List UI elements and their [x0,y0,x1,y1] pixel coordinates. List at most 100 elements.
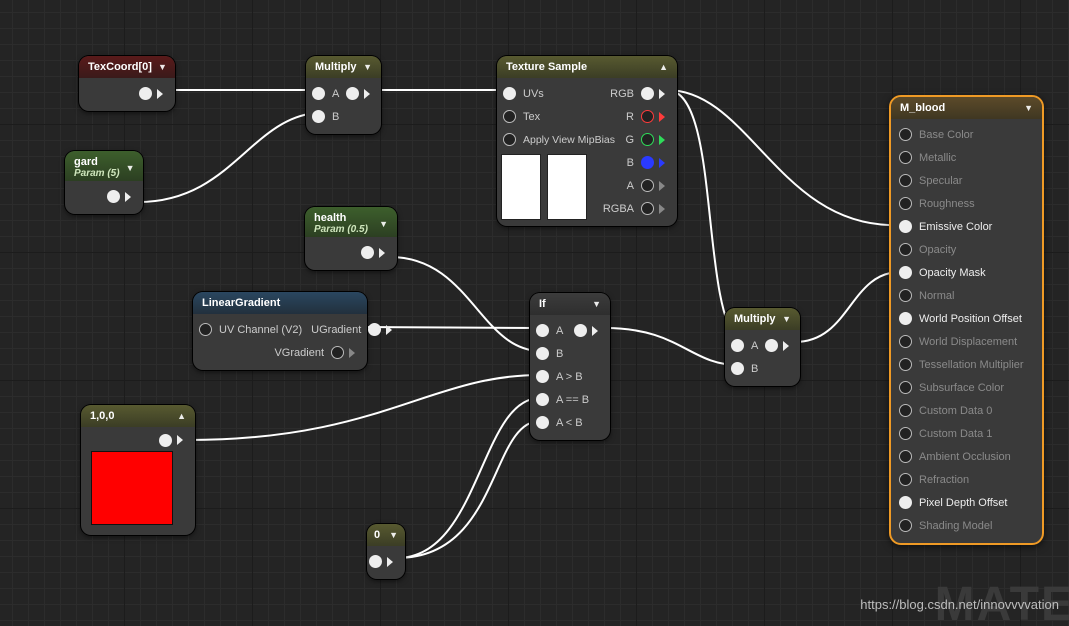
result-input-opacity[interactable]: Opacity [895,238,1038,261]
row-b[interactable]: B [536,342,604,365]
chevron-down-icon[interactable]: ▼ [126,163,135,173]
input-pin[interactable] [899,174,912,187]
input-pin[interactable] [536,370,549,383]
input-pin[interactable] [312,110,325,123]
input-row-a[interactable]: A [731,334,794,357]
result-input-specular[interactable]: Specular [895,169,1038,192]
input-pin[interactable] [899,197,912,210]
output-pin[interactable] [765,339,778,352]
result-input-refraction[interactable]: Refraction [895,468,1038,491]
row-aeqb[interactable]: A == B [536,388,604,411]
node-multiply-1[interactable]: Multiply▼ A B [306,56,381,134]
result-input-ambient-occlusion[interactable]: Ambient Occlusion [895,445,1038,468]
output-pin[interactable] [107,190,120,203]
node-gard[interactable]: gardParam (5)▼ [65,151,143,214]
row-uvs[interactable]: UVsRGB [503,82,671,105]
row-tex[interactable]: TexR [503,105,671,128]
result-input-pixel-depth-offset[interactable]: Pixel Depth Offset [895,491,1038,514]
input-pin[interactable] [899,519,912,532]
input-pin[interactable] [731,362,744,375]
chevron-down-icon[interactable]: ▼ [389,530,398,540]
input-pin[interactable] [536,393,549,406]
output-pin-a[interactable] [641,179,654,192]
input-row-a[interactable]: A [312,82,375,105]
input-pin[interactable] [899,496,912,509]
output-pin-rgb[interactable] [641,87,654,100]
output-pin[interactable] [369,555,382,568]
node-texturesample[interactable]: Texture Sample▲ UVsRGB TexR Apply View M… [497,56,677,226]
result-input-shading-model[interactable]: Shading Model [895,514,1038,537]
input-pin[interactable] [503,87,516,100]
result-input-emissive-color[interactable]: Emissive Color [895,215,1038,238]
input-pin[interactable] [899,289,912,302]
node-const-0[interactable]: 0▼ [367,524,405,579]
result-input-custom-data-0[interactable]: Custom Data 0 [895,399,1038,422]
result-input-subsurface-color[interactable]: Subsurface Color [895,376,1038,399]
output-pin[interactable] [331,346,344,359]
output-pin[interactable] [574,324,587,337]
input-row-b[interactable]: B [731,357,794,380]
output-pin[interactable] [159,434,172,447]
result-input-world-position-offset[interactable]: World Position Offset [895,307,1038,330]
output-pin-r[interactable] [641,110,654,123]
input-pin[interactable] [899,243,912,256]
input-pin[interactable] [731,339,744,352]
input-pin[interactable] [899,404,912,417]
input-pin[interactable] [899,128,912,141]
result-input-metallic[interactable]: Metallic [895,146,1038,169]
row-ugradient[interactable]: UV Channel (V2)UGradient [199,318,361,341]
input-row-b[interactable]: B [312,105,375,128]
result-input-base-color[interactable]: Base Color [895,123,1038,146]
result-input-normal[interactable]: Normal [895,284,1038,307]
row-agtb[interactable]: A > B [536,365,604,388]
input-pin[interactable] [899,473,912,486]
output-pin-b[interactable] [641,156,654,169]
chevron-down-icon[interactable]: ▼ [592,299,601,309]
node-texcoord[interactable]: TexCoord[0]▼ [79,56,175,111]
result-input-opacity-mask[interactable]: Opacity Mask [895,261,1038,284]
input-pin[interactable] [536,347,549,360]
result-input-world-displacement[interactable]: World Displacement [895,330,1038,353]
output-pin[interactable] [361,246,374,259]
node-const-100[interactable]: 1,0,0▲ [81,405,195,535]
input-pin[interactable] [503,133,516,146]
input-pin[interactable] [536,416,549,429]
result-input-tessellation-multiplier[interactable]: Tessellation Multiplier [895,353,1038,376]
chevron-down-icon[interactable]: ▼ [158,62,167,72]
input-pin[interactable] [899,381,912,394]
chevron-down-icon[interactable]: ▼ [363,62,372,72]
input-pin[interactable] [503,110,516,123]
output-pin-rgba[interactable] [641,202,654,215]
output-pin[interactable] [368,323,381,336]
input-pin[interactable] [899,335,912,348]
input-pin[interactable] [899,266,912,279]
row-vgradient[interactable]: VGradient [199,341,361,364]
chevron-down-icon[interactable]: ▼ [782,314,791,324]
node-multiply-2[interactable]: Multiply▼ A B [725,308,800,386]
row-altb[interactable]: A < B [536,411,604,434]
input-pin[interactable] [312,87,325,100]
result-input-custom-data-1[interactable]: Custom Data 1 [895,422,1038,445]
output-pin[interactable] [346,87,359,100]
material-result-node[interactable]: M_blood▼ Base ColorMetallicSpecularRough… [889,95,1044,545]
result-input-roughness[interactable]: Roughness [895,192,1038,215]
row-a[interactable]: A [536,319,604,342]
input-pin[interactable] [899,358,912,371]
input-pin[interactable] [899,151,912,164]
material-graph-canvas[interactable]: TexCoord[0]▼ gardParam (5)▼ Multiply▼ A … [0,0,1069,626]
input-pin[interactable] [536,324,549,337]
node-if[interactable]: If▼ A B A > B A == B A < B [530,293,610,440]
row-mipbias[interactable]: Apply View MipBiasG [503,128,671,151]
output-pin-g[interactable] [641,133,654,146]
chevron-down-icon[interactable]: ▼ [1024,103,1033,113]
chevron-down-icon[interactable]: ▼ [379,219,388,229]
input-pin[interactable] [899,427,912,440]
input-pin[interactable] [199,323,212,336]
chevron-up-icon[interactable]: ▲ [659,62,668,72]
output-pin[interactable] [139,87,152,100]
node-health[interactable]: healthParam (0.5)▼ [305,207,397,270]
chevron-up-icon[interactable]: ▲ [177,411,186,421]
node-lineargradient[interactable]: LinearGradient UV Channel (V2)UGradient … [193,292,367,370]
input-pin[interactable] [899,450,912,463]
input-pin[interactable] [899,312,912,325]
